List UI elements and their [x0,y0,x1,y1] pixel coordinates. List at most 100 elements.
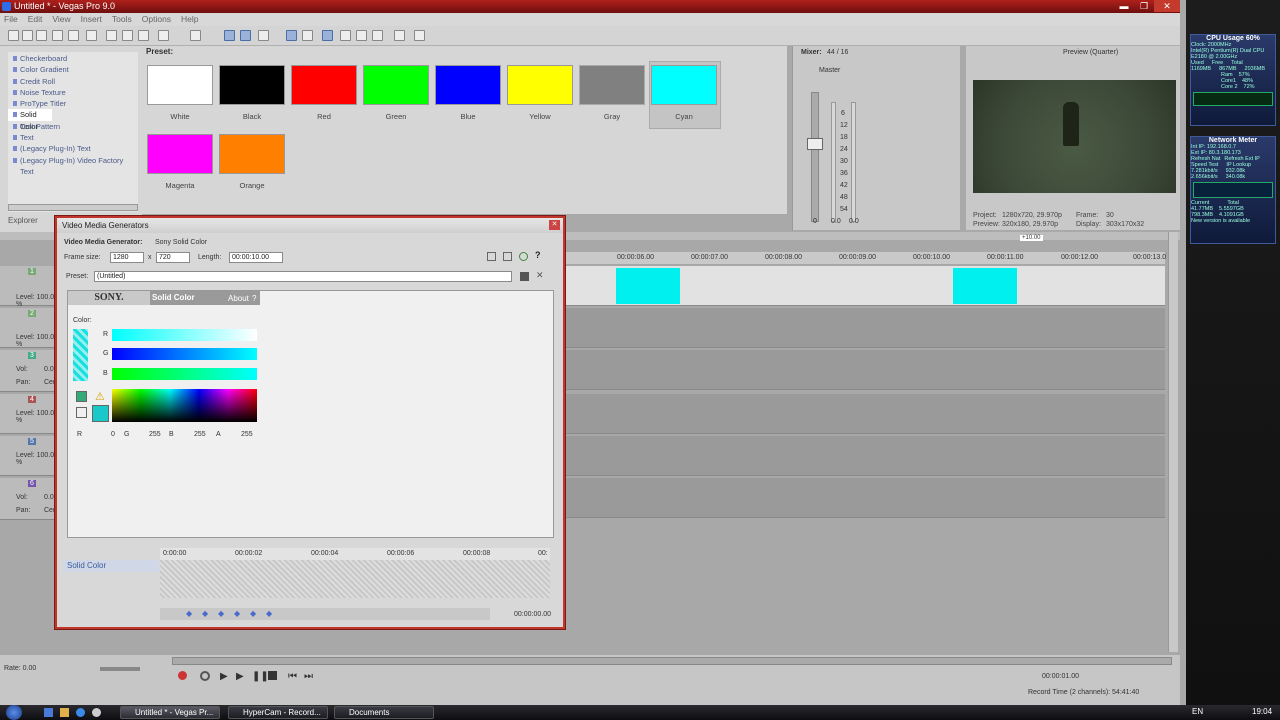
menu-insert[interactable]: Insert [81,13,102,26]
render-icon[interactable] [68,30,79,41]
red-channel-bar[interactable] [112,329,257,341]
record-icon[interactable] [178,671,187,680]
r-value[interactable]: 0 [111,431,115,438]
track-header-3[interactable]: 3 Vol: 0.0 Pan: Center [0,350,65,392]
taskbar-item-documents[interactable]: Documents [334,706,434,719]
maximize-width-icon[interactable] [487,252,496,261]
explorer-icon[interactable] [60,708,69,717]
explorer-tab[interactable]: Explorer [8,216,38,225]
preset-swatch-orange[interactable] [219,134,285,174]
save-as-icon[interactable] [52,30,63,41]
sync-cursor-icon[interactable] [519,252,528,261]
preset-swatch-yellow[interactable] [507,65,573,105]
generator-item[interactable]: (Legacy Plug-In) Video Factory Text [8,155,138,176]
undo-icon[interactable] [158,30,169,41]
about-link[interactable]: About [228,294,249,303]
generator-item[interactable]: ProType Titler [8,98,138,109]
lock-envelopes-icon[interactable] [340,30,351,41]
green-channel-bar[interactable] [112,348,257,360]
minimize-button[interactable]: ▬ [1114,0,1134,12]
new-project-icon[interactable] [8,30,19,41]
menu-help[interactable]: Help [181,13,198,26]
language-indicator[interactable]: EN [1192,707,1203,716]
save-preset-icon[interactable] [520,272,529,281]
dialog-close-button[interactable]: ✕ [549,220,560,230]
properties-icon[interactable] [86,30,97,41]
menu-edit[interactable]: Edit [28,13,43,26]
keyframe-track[interactable] [160,560,550,598]
stop-icon[interactable] [268,671,277,680]
go-to-start-icon[interactable]: ⏮ [288,671,297,682]
taskbar-item-hypercam[interactable]: HyperCam - Record... [228,706,328,719]
preset-swatch-green[interactable] [363,65,429,105]
track-header-4[interactable]: 4 Level: 100.0 % [0,394,60,434]
preset-swatch-blue[interactable] [435,65,501,105]
color-spectrum-picker[interactable] [112,389,257,422]
copy-icon[interactable] [122,30,133,41]
envelope-tool-icon[interactable] [240,30,251,41]
master-fader-handle[interactable] [807,138,823,150]
ignore-grouping-icon[interactable] [356,30,367,41]
video-track-row-2[interactable] [565,308,1165,348]
frame-height-field[interactable]: 720 [156,252,190,263]
time-ruler[interactable]: 00:00:06.00 00:00:07.00 00:00:08.00 00:0… [565,252,1166,264]
tools-icon[interactable] [394,30,405,41]
first-keyframe-icon[interactable]: ◆ [186,609,192,618]
generator-item[interactable]: Test Pattern [8,121,138,132]
color-palette-icon[interactable] [76,391,87,402]
menu-file[interactable]: File [4,13,18,26]
keyframe-ruler[interactable]: 0:00:00 00:00:02 00:00:04 00:00:06 00:00… [160,548,550,560]
show-desktop-icon[interactable] [44,708,53,717]
generator-item[interactable]: Credit Roll [8,76,138,87]
generator-item-selected[interactable]: Solid Color [8,109,52,131]
start-button[interactable] [6,705,22,720]
prev-keyframe-icon[interactable]: ◆ [202,609,208,618]
dialog-title-bar[interactable]: Video Media Generators ✕ [57,218,563,233]
timeline-vertical-scrollbar[interactable] [1168,232,1178,652]
media-icon[interactable] [92,708,101,717]
cut-icon[interactable] [106,30,117,41]
about-help-icon[interactable]: ? [252,294,256,303]
match-project-icon[interactable] [503,252,512,261]
browser-icon[interactable] [76,708,85,717]
video-track-row-5[interactable] [565,436,1165,476]
save-icon[interactable] [36,30,47,41]
generator-item[interactable]: (Legacy Plug-In) Text [8,143,138,154]
preset-swatch-cyan[interactable] [651,65,717,105]
g-value[interactable]: 255 [149,431,161,438]
a-value[interactable]: 255 [241,431,253,438]
next-keyframe-icon[interactable]: ◆ [250,609,256,618]
preset-swatch-magenta[interactable] [147,134,213,174]
play-from-start-icon[interactable]: ▶ [220,671,228,682]
close-button[interactable]: ✕ [1154,0,1180,12]
update-notice[interactable]: New version is available [1191,218,1275,224]
auto-ripple-icon[interactable] [302,30,313,41]
menu-view[interactable]: View [52,13,70,26]
preset-swatch-gray[interactable] [579,65,645,105]
timeline-horizontal-scrollbar[interactable] [172,657,1172,665]
auto-crossfade-icon[interactable] [322,30,333,41]
system-clock[interactable]: 19:04 [1252,707,1272,716]
keyframe-row-label[interactable]: Solid Color [63,560,159,572]
frame-width-field[interactable]: 1280 [110,252,144,263]
menu-tools[interactable]: Tools [112,13,132,26]
generator-item[interactable]: Checkerboard [8,53,138,64]
video-event-cyan[interactable] [953,268,1017,304]
preset-swatch-white[interactable] [147,65,213,105]
selection-tool-icon[interactable] [258,30,269,41]
preset-swatch-red[interactable] [291,65,357,105]
pause-icon[interactable]: ❚❚ [252,671,269,682]
video-event-cyan[interactable] [616,268,680,304]
track-header-2[interactable]: 2 Level: 100.0 % [0,308,60,348]
normal-edit-tool-icon[interactable] [224,30,235,41]
preset-swatch-black[interactable] [219,65,285,105]
preview-quality-dropdown[interactable]: Preview (Quarter) [1063,49,1118,56]
length-field[interactable]: 00:00:10.00 [229,252,283,263]
audio-track-row-6[interactable] [565,478,1165,518]
blue-channel-bar[interactable] [112,368,257,380]
generator-item[interactable]: Color Gradient [8,64,138,75]
track-header-1[interactable]: 1 Level: 100.0 % [0,266,60,308]
generator-item[interactable]: Noise Texture [8,87,138,98]
restore-button[interactable]: ❐ [1134,0,1154,12]
track-header-6[interactable]: 6 Vol: 0.0 Pan: Center [0,478,65,520]
